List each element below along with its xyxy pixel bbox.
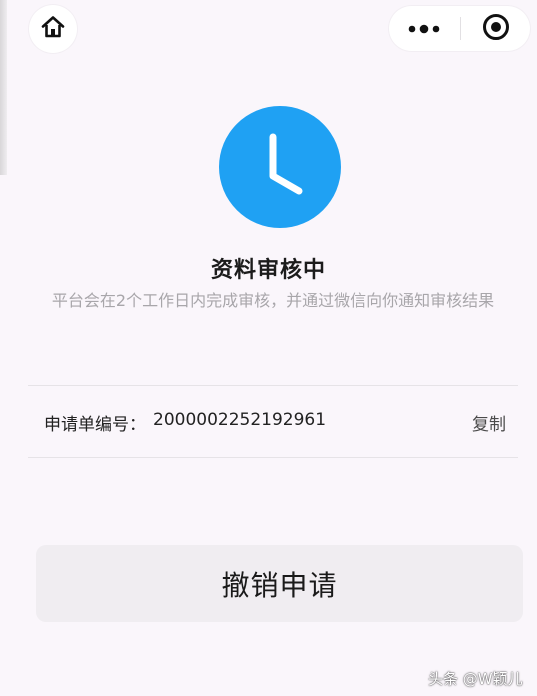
close-miniprogram-button[interactable]	[461, 6, 530, 51]
miniprogram-capsule	[389, 6, 530, 51]
watermark: 头条 @W颖儿	[428, 670, 523, 688]
order-number-value: 2000002252192961	[153, 410, 327, 430]
copy-button[interactable]: 复制	[472, 410, 506, 435]
cancel-application-button[interactable]: 撤销申请	[36, 545, 523, 622]
divider	[28, 385, 518, 386]
order-number-label: 申请单编号：	[44, 415, 146, 435]
status-title: 资料审核中	[210, 258, 326, 283]
more-button[interactable]	[389, 6, 459, 51]
screen-edge	[0, 0, 7, 175]
status-description: 平台会在2个工作日内完成审核，并通过微信向你通知审核结果	[51, 291, 495, 310]
home-icon	[40, 14, 66, 44]
target-circle-icon	[482, 13, 510, 45]
home-button[interactable]	[29, 5, 77, 53]
divider	[28, 457, 518, 458]
more-dots-icon	[407, 19, 441, 38]
clock-icon	[219, 106, 341, 228]
